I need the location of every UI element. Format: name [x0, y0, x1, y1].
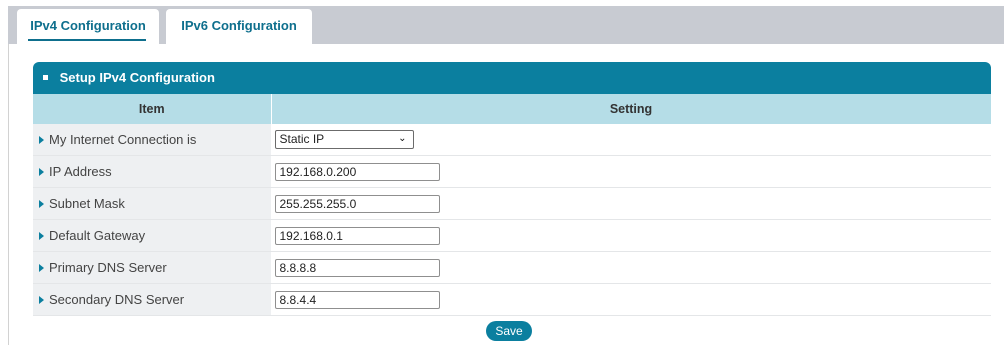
row-label: Default Gateway [49, 228, 146, 243]
row-setting-cell: Static IP ⌄ [271, 124, 991, 156]
triangle-right-icon [39, 296, 44, 304]
active-tab-indicator [28, 39, 146, 41]
triangle-right-icon [39, 264, 44, 272]
save-button[interactable]: Save [486, 321, 532, 341]
table-header-row: Item Setting [33, 94, 992, 124]
triangle-right-icon [39, 200, 44, 208]
settings-table: Item Setting My Internet Connection is S… [33, 94, 992, 316]
row-setting-cell: 192.168.0.1 [271, 219, 991, 252]
triangle-right-icon [39, 168, 44, 176]
content-area: Setup IPv4 Configuration Item Setting My… [8, 44, 1004, 345]
row-setting-cell: 192.168.0.200 [271, 155, 991, 188]
row-setting-cell: 8.8.4.4 [271, 283, 991, 316]
subnet-mask-input[interactable]: 255.255.255.0 [274, 194, 440, 213]
select-value: Static IP [279, 132, 325, 146]
table-row: Secondary DNS Server 8.8.4.4 [33, 283, 991, 316]
panel-title: Setup IPv4 Configuration [59, 70, 215, 85]
table-row: Subnet Mask 255.255.255.0 [33, 187, 991, 220]
connection-type-select[interactable]: Static IP ⌄ [274, 130, 414, 149]
table-row: Default Gateway 192.168.0.1 [33, 219, 991, 252]
row-label-cell: Subnet Mask [33, 187, 272, 220]
column-header-setting: Setting [271, 94, 992, 124]
default-gateway-input[interactable]: 192.168.0.1 [274, 226, 440, 245]
row-label: My Internet Connection is [49, 132, 197, 147]
tab-ipv4-configuration[interactable]: IPv4 Configuration [17, 9, 159, 44]
row-label: Secondary DNS Server [49, 292, 185, 307]
chevron-down-icon: ⌄ [398, 133, 407, 144]
ip-address-input[interactable]: 192.168.0.200 [274, 162, 440, 181]
triangle-right-icon [39, 232, 44, 240]
column-header-item: Item [33, 94, 272, 124]
row-setting-cell: 8.8.8.8 [271, 251, 991, 284]
tab-label: IPv6 Configuration [181, 18, 297, 33]
row-label: Subnet Mask [49, 196, 125, 211]
secondary-dns-input[interactable]: 8.8.4.4 [274, 290, 440, 309]
tab-bar: IPv4 Configuration IPv6 Configuration [8, 6, 1004, 44]
row-setting-cell: 255.255.255.0 [271, 187, 991, 220]
row-label-cell: Secondary DNS Server [33, 283, 272, 316]
primary-dns-input[interactable]: 8.8.8.8 [274, 258, 440, 277]
row-label: Primary DNS Server [49, 260, 167, 275]
row-label-cell: Default Gateway [33, 219, 272, 252]
row-label-cell: Primary DNS Server [33, 251, 272, 284]
ipv4-setup-panel: Setup IPv4 Configuration Item Setting My… [33, 62, 992, 316]
table-row: Primary DNS Server 8.8.8.8 [33, 251, 991, 284]
square-bullet-icon [43, 75, 48, 80]
row-label-cell: IP Address [33, 155, 272, 188]
panel-header: Setup IPv4 Configuration [33, 62, 991, 94]
table-row: IP Address 192.168.0.200 [33, 155, 991, 188]
row-label: IP Address [49, 164, 112, 179]
table-row: My Internet Connection is Static IP ⌄ [33, 124, 991, 156]
tab-label: IPv4 Configuration [30, 18, 146, 33]
row-label-cell: My Internet Connection is [33, 124, 272, 156]
triangle-right-icon [39, 136, 44, 144]
tab-ipv6-configuration[interactable]: IPv6 Configuration [166, 9, 312, 44]
